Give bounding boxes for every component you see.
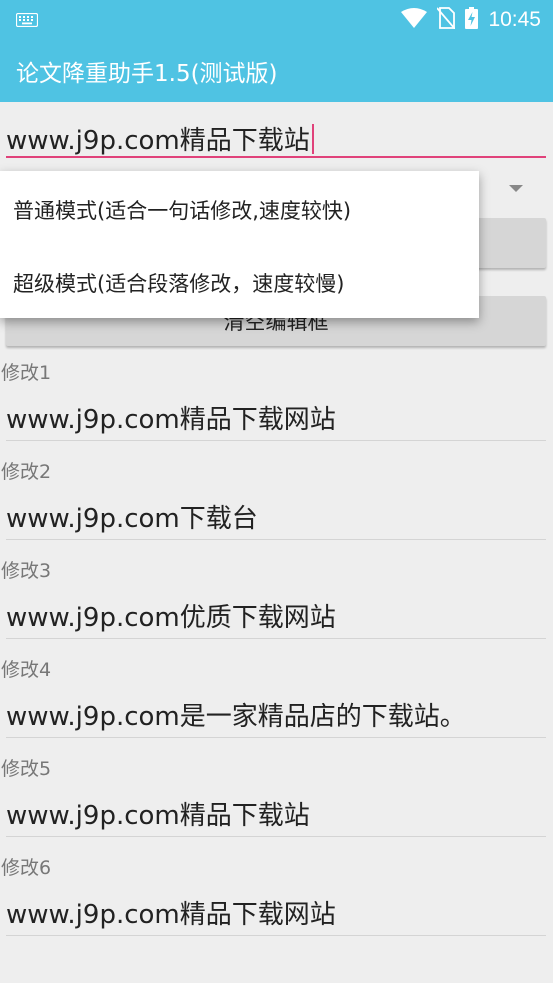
result-text[interactable]: www.j9p.com精品下载网站	[6, 894, 336, 931]
result-label: 修改3	[1, 560, 52, 582]
dropdown-arrow-icon[interactable]	[509, 185, 523, 192]
mode-option-normal[interactable]: 普通模式(适合一句话修改,速度较快)	[13, 195, 351, 225]
result-field[interactable]: www.j9p.com精品下载站	[6, 793, 546, 837]
battery-charging-icon	[465, 7, 479, 33]
result-field[interactable]: www.j9p.com是一家精品店的下载站。	[6, 694, 546, 738]
result-field[interactable]: www.j9p.com下载台	[6, 496, 546, 540]
result-label: 修改4	[1, 659, 52, 681]
keyboard-icon	[15, 12, 39, 31]
result-label: 修改6	[1, 857, 52, 879]
result-text[interactable]: www.j9p.com精品下载站	[6, 795, 310, 832]
result-field[interactable]: www.j9p.com精品下载网站	[6, 892, 546, 936]
status-time: 10:45	[488, 8, 541, 31]
result-text[interactable]: www.j9p.com是一家精品店的下载站。	[6, 696, 466, 733]
result-label: 修改1	[1, 362, 52, 384]
no-sim-icon	[436, 7, 457, 33]
result-text[interactable]: www.j9p.com优质下载网站	[6, 597, 336, 634]
result-label: 修改5	[1, 758, 52, 780]
result-text[interactable]: www.j9p.com下载台	[6, 498, 258, 535]
app-title: 论文降重助手1.5(测试版)	[16, 61, 278, 87]
text-cursor	[311, 124, 314, 154]
result-field[interactable]: www.j9p.com优质下载网站	[6, 595, 546, 639]
status-bar: 10:45	[0, 0, 553, 40]
wifi-icon	[401, 8, 428, 32]
mode-option-super[interactable]: 超级模式(适合段落修改，速度较慢)	[13, 268, 344, 298]
mode-dropdown-menu: 普通模式(适合一句话修改,速度较快) 超级模式(适合段落修改，速度较慢)	[0, 171, 479, 318]
input-text[interactable]: www.j9p.com精品下载站	[6, 126, 310, 156]
result-field[interactable]: www.j9p.com精品下载网站	[6, 397, 546, 441]
result-label: 修改2	[1, 461, 52, 483]
result-text[interactable]: www.j9p.com精品下载网站	[6, 399, 336, 436]
app-bar: 论文降重助手1.5(测试版)	[0, 40, 553, 102]
input-editor[interactable]: www.j9p.com精品下载站	[6, 112, 546, 158]
